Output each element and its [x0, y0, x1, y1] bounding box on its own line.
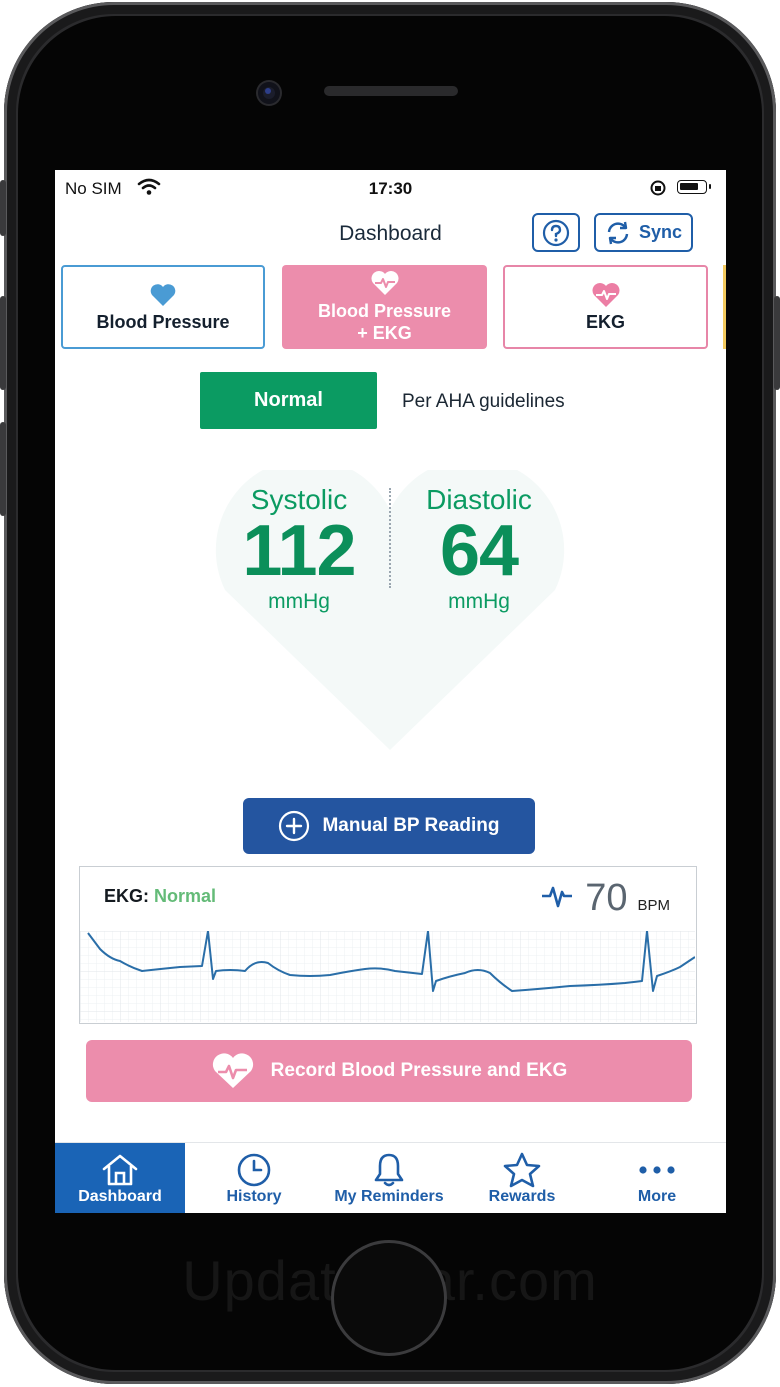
status-bar: No SIM 17:30 — [55, 170, 726, 206]
mode-ekg-label: EKG — [585, 311, 625, 332]
reading-divider — [389, 488, 391, 588]
mode-blood-pressure-ekg-line2: + EKG — [357, 323, 412, 343]
status-badge: Normal — [200, 372, 377, 429]
power-button — [774, 296, 780, 390]
ekg-label-text: EKG: — [104, 886, 149, 906]
home-button[interactable] — [331, 1240, 447, 1356]
mode-ekg[interactable]: EKG — [503, 265, 708, 349]
record-bp-ekg-button[interactable]: Record Blood Pressure and EKG — [86, 1040, 692, 1102]
more-dots-icon — [639, 1165, 675, 1174]
tab-history[interactable]: History — [189, 1143, 319, 1213]
tab-bar: Dashboard History My Reminders Rewards M… — [55, 1142, 726, 1213]
tab-rewards-label: Rewards — [488, 1187, 556, 1205]
ekg-card[interactable]: EKG: Normal 70 BPM — [79, 866, 697, 1024]
manual-bp-reading-label: Manual BP Reading — [322, 815, 500, 836]
heart-icon — [150, 283, 176, 306]
ekg-title: EKG: Normal — [104, 886, 216, 907]
mute-switch — [0, 180, 6, 236]
battery-icon — [677, 180, 711, 194]
plus-circle-icon — [279, 810, 310, 842]
star-icon — [503, 1152, 541, 1187]
bpm-unit: BPM — [637, 897, 670, 914]
question-circle-icon — [542, 219, 570, 246]
guidelines-note: Per AHA guidelines — [402, 391, 565, 412]
bell-icon — [374, 1153, 404, 1186]
sync-arrows-icon — [607, 221, 629, 244]
mode-blood-pressure-ekg[interactable]: Blood Pressure + EKG — [282, 265, 487, 349]
tab-my-reminders[interactable]: My Reminders — [319, 1143, 459, 1213]
ekg-waveform — [80, 931, 695, 1022]
help-button[interactable] — [532, 213, 580, 252]
diastolic-unit: mmHg — [448, 590, 510, 613]
heart-pulse-icon — [212, 1053, 253, 1088]
next-mode-peek — [723, 265, 726, 349]
manual-bp-reading-button[interactable]: Manual BP Reading — [243, 798, 535, 854]
tab-history-label: History — [226, 1187, 282, 1205]
sync-button[interactable]: Sync — [594, 213, 693, 252]
pulse-icon — [542, 886, 573, 908]
volume-up-button — [0, 296, 6, 390]
earpiece-speaker — [324, 86, 458, 96]
tab-my-reminders-label: My Reminders — [334, 1187, 444, 1205]
record-bp-ekg-label: Record Blood Pressure and EKG — [270, 1060, 568, 1081]
tab-more-label: More — [637, 1187, 677, 1205]
rotation-lock-icon — [649, 179, 667, 202]
tab-dashboard-label: Dashboard — [78, 1187, 162, 1205]
clock-icon — [237, 1153, 271, 1186]
systolic-value: 112 — [242, 511, 356, 591]
ekg-heart-rate: 70 BPM — [541, 877, 670, 920]
diastolic-value: 64 — [439, 511, 519, 591]
volume-down-button — [0, 422, 6, 516]
bpm-value: 70 — [585, 877, 628, 919]
tab-dashboard[interactable]: Dashboard — [55, 1143, 185, 1213]
systolic-unit: mmHg — [268, 590, 330, 613]
app-screen: No SIM 17:30 Dashboard Sync Blood Pressu… — [55, 170, 726, 1213]
clock: 17:30 — [368, 179, 413, 198]
sync-label: Sync — [638, 222, 683, 242]
ekg-status: Normal — [154, 886, 217, 906]
heart-pulse-icon — [592, 282, 619, 307]
tab-rewards[interactable]: Rewards — [457, 1143, 587, 1213]
front-camera — [258, 82, 280, 104]
mode-blood-pressure-ekg-line1: Blood Pressure — [317, 301, 452, 321]
home-icon — [102, 1154, 138, 1185]
mode-blood-pressure-label: Blood Pressure — [96, 311, 230, 332]
heart-pulse-icon — [371, 271, 398, 295]
tab-more[interactable]: More — [592, 1143, 722, 1213]
mode-blood-pressure[interactable]: Blood Pressure — [61, 265, 265, 349]
